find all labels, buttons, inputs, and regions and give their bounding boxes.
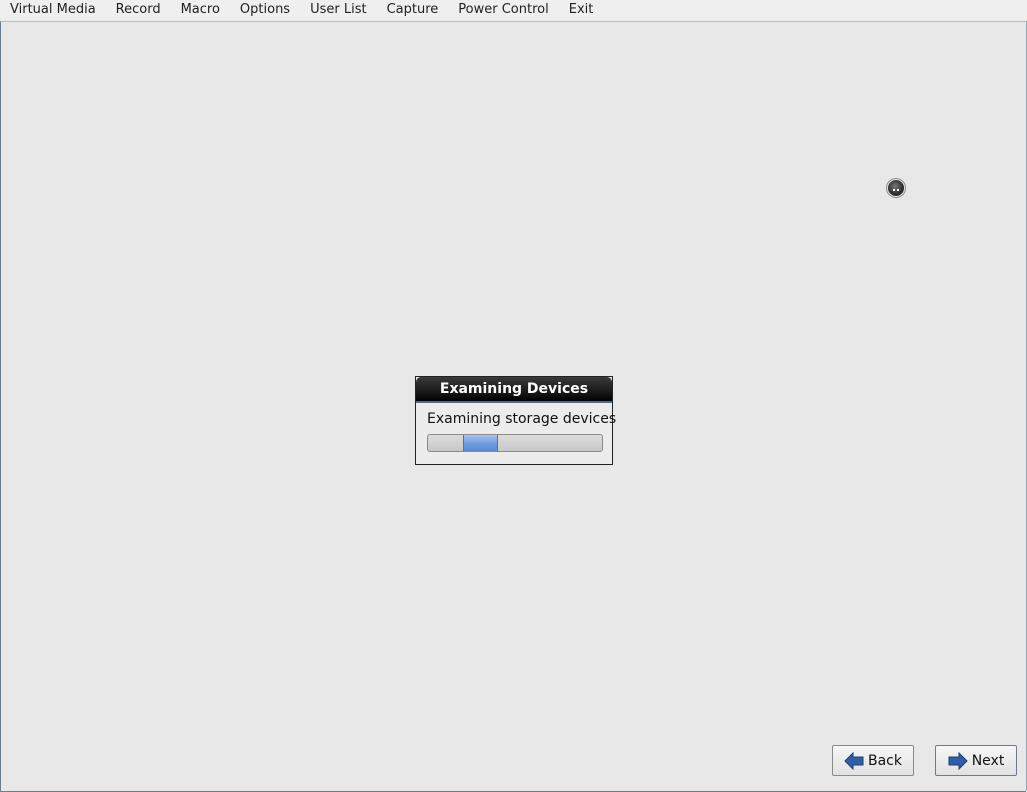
dialog-message: Examining storage devices [427, 411, 617, 427]
dialog-title: Examining Devices [416, 377, 612, 403]
menu-exit[interactable]: Exit [559, 0, 604, 20]
progress-bar [427, 434, 603, 452]
next-button[interactable]: Next [935, 745, 1017, 776]
next-button-label: Next [971, 752, 1005, 769]
menu-capture[interactable]: Capture [377, 0, 449, 20]
arrow-left-icon [844, 751, 864, 770]
busy-cursor-icon [887, 179, 905, 197]
arrow-right-icon [948, 751, 968, 770]
menu-macro[interactable]: Macro [171, 0, 230, 20]
examining-devices-dialog: Examining Devices Examining storage devi… [415, 376, 617, 465]
menu-record[interactable]: Record [106, 0, 171, 20]
progress-pulse [463, 435, 498, 451]
menu-options[interactable]: Options [230, 0, 300, 20]
menu-power-control[interactable]: Power Control [448, 0, 558, 20]
back-button[interactable]: Back [832, 745, 914, 776]
menu-user-list[interactable]: User List [300, 0, 377, 20]
menu-virtual-media[interactable]: Virtual Media [0, 0, 106, 20]
back-button-label: Back [868, 752, 902, 769]
menu-bar: Virtual Media Record Macro Options User … [0, 0, 1027, 20]
